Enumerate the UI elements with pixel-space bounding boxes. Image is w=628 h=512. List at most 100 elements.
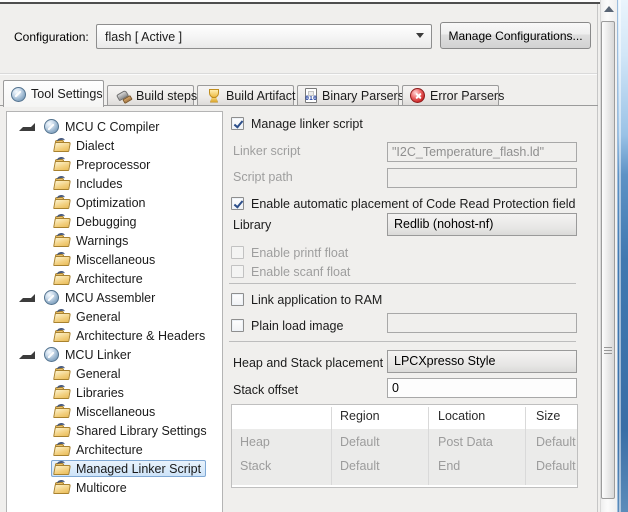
tree-item-architecture-headers[interactable]: Architecture & Headers bbox=[7, 326, 222, 345]
configuration-select[interactable]: flash [ Active ] bbox=[96, 24, 432, 49]
tool-icon bbox=[44, 347, 59, 362]
tool-icon bbox=[44, 119, 59, 134]
checkbox-label: Plain load image bbox=[251, 319, 343, 333]
tree-item-dialect[interactable]: Dialect bbox=[7, 136, 222, 155]
tab-tool-settings[interactable]: Tool Settings bbox=[3, 80, 104, 107]
scanf-float-row: Enable scanf float bbox=[231, 263, 350, 280]
tree-item-optimization[interactable]: Optimization bbox=[7, 193, 222, 212]
checkbox-label: Enable scanf float bbox=[251, 265, 350, 279]
tree-item-multicore[interactable]: Multicore bbox=[7, 478, 222, 497]
printf-float-row: Enable printf float bbox=[231, 244, 348, 261]
managed-linker-script-settings: Manage linker script Linker script "I2C_… bbox=[228, 111, 578, 512]
scanf-float-checkbox bbox=[231, 265, 244, 278]
tool-settings-tree: MCU C Compiler Dialect Preprocessor Incl… bbox=[6, 111, 223, 512]
tab-label: Binary Parsers bbox=[322, 89, 404, 103]
scroll-up-icon[interactable] bbox=[604, 6, 614, 12]
chevron-down-icon bbox=[416, 33, 424, 38]
table-cell: Post Data bbox=[438, 431, 493, 453]
scrollbar-thumb[interactable] bbox=[601, 21, 615, 499]
category-folder-icon bbox=[54, 196, 70, 209]
script-path-label: Script path bbox=[233, 167, 293, 187]
heap-stack-placement-select[interactable]: LPCXpresso Style bbox=[387, 350, 577, 373]
tree-item-general-asm[interactable]: General bbox=[7, 307, 222, 326]
plain-load-image-field bbox=[387, 313, 577, 333]
tree-item-miscellaneous[interactable]: Miscellaneous bbox=[7, 250, 222, 269]
tab-build-artifact[interactable]: Build Artifact bbox=[197, 85, 294, 105]
crp-row: Enable automatic placement of Code Read … bbox=[231, 195, 576, 212]
library-select[interactable]: Redlib (nohost-nf) bbox=[387, 213, 577, 236]
expander-icon[interactable] bbox=[19, 351, 35, 359]
table-cell: Stack bbox=[240, 455, 271, 477]
tree-item-architecture-linker[interactable]: Architecture bbox=[7, 440, 222, 459]
error-circle-icon bbox=[410, 88, 425, 103]
table-cell: End bbox=[438, 455, 460, 477]
tab-label: Error Parsers bbox=[430, 89, 504, 103]
tree-item-mcu-linker[interactable]: MCU Linker bbox=[7, 345, 222, 364]
configuration-value: flash [ Active ] bbox=[105, 30, 182, 44]
crp-checkbox[interactable] bbox=[231, 197, 244, 210]
tree-item-mcu-assembler[interactable]: MCU Assembler bbox=[7, 288, 222, 307]
category-folder-icon bbox=[54, 234, 70, 247]
table-cell: Default bbox=[536, 431, 576, 453]
category-folder-icon bbox=[54, 272, 70, 285]
plain-load-image-row: Plain load image bbox=[231, 317, 343, 334]
properties-dialog: Configuration: flash [ Active ] Manage C… bbox=[0, 0, 628, 512]
expander-icon[interactable] bbox=[19, 294, 35, 302]
category-folder-icon bbox=[54, 215, 70, 228]
table-header-size: Size bbox=[536, 405, 560, 428]
binary-document-icon: 010 bbox=[305, 88, 317, 103]
checkbox-label: Enable printf float bbox=[251, 246, 348, 260]
manage-linker-script-checkbox[interactable] bbox=[231, 117, 244, 130]
linker-script-label: Linker script bbox=[233, 141, 300, 161]
scrollbar-grip bbox=[604, 347, 612, 348]
link-to-ram-checkbox[interactable] bbox=[231, 293, 244, 306]
category-folder-icon bbox=[54, 329, 70, 342]
tree-item-preprocessor[interactable]: Preprocessor bbox=[7, 155, 222, 174]
category-folder-icon bbox=[54, 386, 70, 399]
category-folder-icon bbox=[54, 310, 70, 323]
category-folder-icon bbox=[54, 405, 70, 418]
hammer-icon bbox=[115, 88, 131, 104]
table-cell: Heap bbox=[240, 431, 270, 453]
category-folder-icon bbox=[54, 443, 70, 456]
tree-item-shared-library-settings[interactable]: Shared Library Settings bbox=[7, 421, 222, 440]
tab-error-parsers[interactable]: Error Parsers bbox=[402, 85, 499, 105]
tree-item-general-linker[interactable]: General bbox=[7, 364, 222, 383]
manage-configurations-button[interactable]: Manage Configurations... bbox=[440, 22, 591, 49]
tab-label: Build Artifact bbox=[226, 89, 295, 103]
configuration-label: Configuration: bbox=[14, 30, 89, 44]
table-header-region: Region bbox=[340, 405, 380, 428]
tree-item-mcu-c-compiler[interactable]: MCU C Compiler bbox=[7, 117, 222, 136]
manage-linker-script-row: Manage linker script bbox=[231, 115, 363, 132]
category-folder-icon bbox=[54, 424, 70, 437]
table-header-location: Location bbox=[438, 405, 485, 428]
category-folder-icon bbox=[54, 367, 70, 380]
tool-settings-icon bbox=[11, 87, 26, 102]
tree-item-architecture[interactable]: Architecture bbox=[7, 269, 222, 288]
tab-binary-parsers[interactable]: 010 Binary Parsers bbox=[297, 85, 399, 105]
table-cell: Default bbox=[536, 455, 576, 477]
tree-item-libraries[interactable]: Libraries bbox=[7, 383, 222, 402]
printf-float-checkbox bbox=[231, 246, 244, 259]
tab-build-steps[interactable]: Build steps bbox=[107, 85, 194, 105]
plain-load-image-checkbox[interactable] bbox=[231, 319, 244, 332]
stack-offset-input[interactable]: 0 bbox=[387, 378, 577, 398]
category-folder-icon bbox=[54, 139, 70, 152]
tree-item-warnings[interactable]: Warnings bbox=[7, 231, 222, 250]
group-divider bbox=[229, 341, 576, 342]
category-folder-icon bbox=[54, 481, 70, 494]
top-border bbox=[0, 2, 618, 4]
tab-label: Tool Settings bbox=[31, 87, 103, 101]
tree-item-includes[interactable]: Includes bbox=[7, 174, 222, 193]
tab-label: Build steps bbox=[136, 89, 197, 103]
checkbox-label: Manage linker script bbox=[251, 117, 363, 131]
heap-stack-placement-label: Heap and Stack placement bbox=[233, 353, 383, 373]
table-cell: Default bbox=[340, 455, 380, 477]
tree-item-debugging[interactable]: Debugging bbox=[7, 212, 222, 231]
checkbox-label: Link application to RAM bbox=[251, 293, 382, 307]
tree-item-managed-linker-script[interactable]: Managed Linker Script bbox=[7, 459, 222, 478]
expander-icon[interactable] bbox=[19, 123, 35, 131]
stack-offset-label: Stack offset bbox=[233, 380, 298, 400]
window-edge bbox=[617, 0, 628, 512]
tree-item-miscellaneous-linker[interactable]: Miscellaneous bbox=[7, 402, 222, 421]
